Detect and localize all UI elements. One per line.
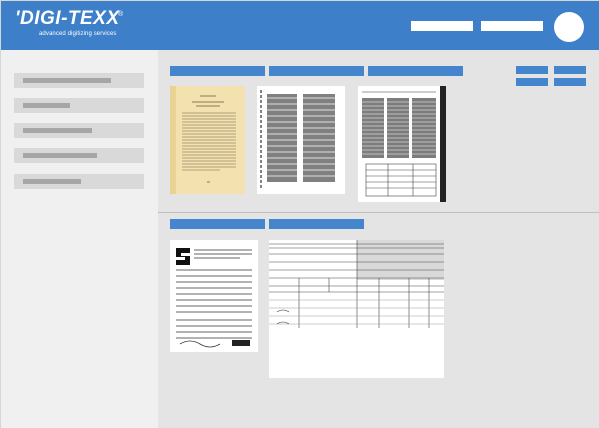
section-2-tab-1[interactable] [170, 219, 265, 229]
sidebar [1, 50, 158, 428]
sidebar-item-1[interactable] [14, 73, 144, 88]
logo-tagline: advanced digitizing services [39, 31, 117, 37]
two-column-scan-icon [257, 86, 345, 194]
sidebar-item-4[interactable] [14, 148, 144, 163]
header-nav-button-1[interactable] [411, 21, 473, 31]
section-2-tab-2[interactable] [269, 219, 364, 229]
spreadsheet-scan-icon [269, 240, 444, 378]
brand-logo[interactable]: 'DIGI-TEXX ® advanced digitizing service… [15, 8, 124, 38]
view-toggle-button-1[interactable] [516, 66, 548, 74]
sidebar-item-2[interactable] [14, 98, 144, 113]
sidebar-item-5[interactable] [14, 174, 144, 189]
sidebar-item-label-placeholder [23, 103, 70, 108]
sidebar-item-label-placeholder [23, 78, 111, 83]
document-thumbnail-two-column[interactable] [257, 86, 345, 194]
sidebar-item-label-placeholder [23, 128, 92, 133]
view-toggle-button-3[interactable] [516, 78, 548, 86]
sidebar-item-label-placeholder [23, 179, 81, 184]
document-thumbnail-form[interactable] [170, 240, 258, 352]
top-header: 'DIGI-TEXX ® advanced digitizing service… [1, 1, 599, 50]
document-thumbnail-magazine-page[interactable] [358, 86, 446, 202]
sidebar-item-3[interactable] [14, 123, 144, 138]
app-window: 'DIGI-TEXX ® advanced digitizing service… [0, 0, 599, 428]
logo-registered-mark: ® [118, 11, 124, 18]
magazine-scan-icon [358, 86, 446, 202]
document-thumbnail-spreadsheet[interactable] [269, 240, 444, 378]
logo-wordmark: 'DIGI-TEXX [15, 8, 120, 29]
section-1-tab-1[interactable] [170, 66, 265, 76]
header-nav-button-2[interactable] [481, 21, 543, 31]
book-page-scan-icon [170, 86, 245, 194]
document-thumbnail-book-page[interactable] [170, 86, 245, 194]
form-scan-icon [170, 240, 258, 352]
view-toggle-button-4[interactable] [554, 78, 586, 86]
section-divider [158, 212, 599, 213]
view-toggle-button-2[interactable] [554, 66, 586, 74]
main-content [158, 50, 599, 428]
section-1-tab-2[interactable] [269, 66, 364, 76]
section-1-tab-3[interactable] [368, 66, 463, 76]
user-avatar-icon[interactable] [554, 12, 584, 42]
sidebar-item-label-placeholder [23, 153, 97, 158]
